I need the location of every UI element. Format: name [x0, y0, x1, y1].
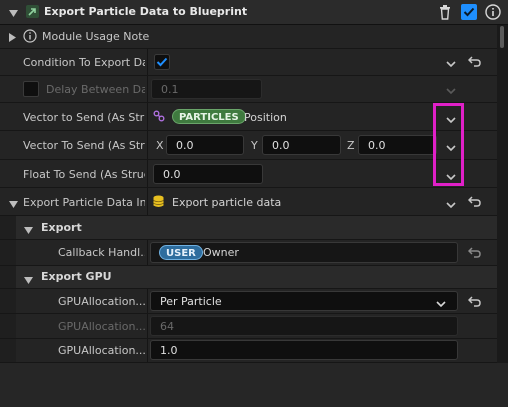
condition-checkbox[interactable]: [154, 54, 170, 73]
reset-arrow-icon[interactable]: [467, 295, 481, 311]
callback-value: Owner: [203, 246, 239, 259]
module-usage-label: Module Usage Note: [42, 30, 150, 43]
reset-arrow-icon[interactable]: [467, 195, 481, 211]
gpu-alloc-count-label: GPUAllocation...: [58, 320, 145, 333]
vector-send-struct-row: Vector to Send (As Stru PARTICLES Positi…: [0, 103, 497, 131]
delay-label: Delay Between Dat: [46, 83, 145, 96]
export-section-row[interactable]: Export: [0, 216, 497, 240]
chevron-down-icon[interactable]: [446, 58, 456, 71]
chevron-down-icon[interactable]: [436, 298, 446, 311]
info-icon[interactable]: [485, 4, 501, 23]
database-icon: [153, 195, 164, 211]
delay-enable-checkbox[interactable]: [23, 81, 39, 97]
gpu-alloc-mode-row: GPUAllocation... Per Particle: [0, 289, 497, 314]
collapse-arrow-icon[interactable]: [9, 198, 18, 211]
x-input[interactable]: 0.0: [166, 135, 244, 155]
collapse-arrow-icon[interactable]: [24, 274, 33, 287]
gpu-alloc-scale-label: GPUAllocation...: [58, 344, 145, 357]
export-interface-value: Export particle data: [172, 196, 282, 209]
module-header: Export Particle Data to Blueprint: [0, 0, 508, 25]
x-axis-label: X: [156, 139, 164, 152]
condition-row: Condition To Export Dat: [0, 49, 497, 76]
module-title: Export Particle Data to Blueprint: [44, 5, 248, 18]
collapse-arrow-icon[interactable]: [24, 224, 33, 237]
chevron-down-icon[interactable]: [446, 199, 456, 212]
gpu-alloc-count-input[interactable]: 64: [150, 316, 458, 336]
vector-send-label: Vector To Send (As Stru: [23, 139, 145, 152]
particles-badge: PARTICLES: [172, 109, 246, 124]
condition-label: Condition To Export Dat: [23, 56, 145, 69]
empty-panel-area: [0, 363, 508, 407]
chevron-down-icon[interactable]: [446, 85, 456, 98]
scrollbar-track[interactable]: [499, 25, 505, 363]
export-interface-row: Export Particle Data Int Export particle…: [0, 188, 497, 216]
delay-row: Delay Between Dat 0.1: [0, 76, 497, 103]
export-interface-label: Export Particle Data Int: [23, 196, 145, 209]
float-send-row: Float To Send (As Struc 0.0: [0, 160, 497, 188]
gpu-alloc-mode-dropdown[interactable]: Per Particle: [150, 291, 458, 311]
callback-label: Callback Handl...: [58, 246, 145, 259]
float-send-input[interactable]: 0.0: [153, 164, 263, 184]
vector-send-struct-label: Vector to Send (As Stru: [23, 111, 145, 124]
gpu-alloc-scale-input[interactable]: 1.0: [150, 340, 458, 360]
link-icon: [153, 110, 165, 125]
y-axis-label: Y: [251, 139, 258, 152]
z-axis-label: Z: [347, 139, 355, 152]
delay-input[interactable]: 0.1: [151, 79, 262, 99]
vector-send-struct-value: Position: [244, 111, 287, 124]
z-input[interactable]: 0.0: [358, 135, 437, 155]
trash-icon[interactable]: [437, 4, 453, 23]
module-arrow-icon: [26, 5, 39, 21]
expand-arrow-icon[interactable]: [9, 32, 16, 45]
scrollbar-thumb[interactable]: [500, 26, 504, 48]
gpu-alloc-count-row: GPUAllocation... 64: [0, 314, 497, 339]
reset-arrow-icon[interactable]: [467, 55, 481, 71]
gpu-alloc-scale-row: GPUAllocation... 1.0: [0, 339, 497, 363]
export-section-label: Export: [41, 221, 82, 234]
callback-row: Callback Handl... USER Owner: [0, 240, 497, 266]
user-badge: USER: [159, 245, 203, 260]
float-send-label: Float To Send (As Struc: [23, 168, 145, 181]
export-gpu-section-row[interactable]: Export GPU: [0, 266, 497, 289]
gpu-alloc-mode-label: GPUAllocation...: [58, 295, 145, 308]
export-gpu-section-label: Export GPU: [41, 270, 112, 283]
reset-arrow-icon[interactable]: [467, 246, 481, 262]
vector-send-row: Vector To Send (As Stru X 0.0 Y 0.0 Z 0.…: [0, 131, 497, 160]
highlight-box: [433, 103, 464, 186]
y-input[interactable]: 0.0: [262, 135, 341, 155]
info-circle-icon: [23, 29, 37, 46]
enable-module-checkbox[interactable]: [461, 4, 477, 23]
collapse-arrow-icon[interactable]: [9, 8, 18, 21]
module-usage-row: Module Usage Note: [0, 25, 497, 49]
